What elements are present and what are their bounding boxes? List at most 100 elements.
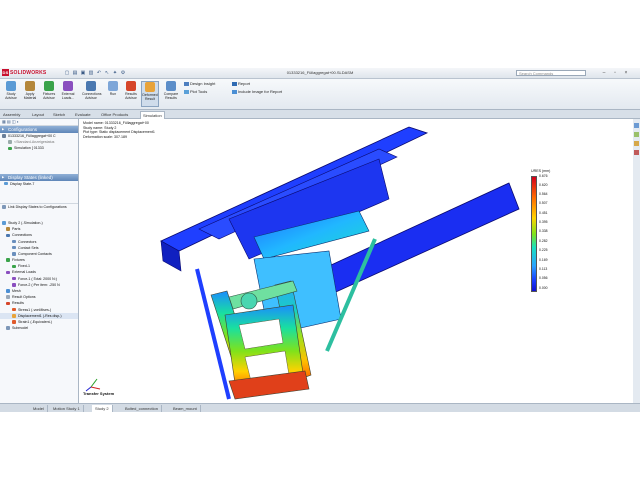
load-arrow-icon: [63, 81, 73, 91]
report-button[interactable]: Report: [232, 81, 250, 87]
resources-icon[interactable]: [634, 123, 639, 128]
link-states-option[interactable]: Link Display States to Configurations: [0, 202, 78, 210]
config-icon: [8, 140, 12, 144]
external-loads-button[interactable]: External Loads...: [59, 81, 77, 107]
legend-value: 0.395: [539, 220, 548, 224]
configurations-header[interactable]: Configurations: [0, 126, 78, 133]
command-manager-tabs: Assembly Layout Sketch Evaluate Office P…: [0, 110, 640, 119]
appearance-icon[interactable]: ◐: [17, 119, 19, 124]
file-explorer-icon[interactable]: [634, 141, 639, 146]
graphics-viewport[interactable]: Model name: 01333216_Füllaggregat+00 Stu…: [79, 119, 633, 403]
legend-value: 0.113: [539, 267, 548, 271]
connector-icon: [12, 239, 16, 244]
parts-icon: [6, 227, 10, 231]
results-advisor-button[interactable]: Results Advisor: [122, 81, 140, 107]
feature-manager-panel: ▦ ▤ ◫ ◐ Configurations 01333216_Füllaggr…: [0, 119, 79, 403]
close-icon[interactable]: ×: [622, 70, 630, 76]
legend-value: 0.451: [539, 211, 548, 215]
tab-office-products[interactable]: Office Products: [99, 111, 130, 118]
check-icon: [8, 146, 12, 151]
fixed-icon: [12, 264, 16, 269]
run-button[interactable]: Run: [104, 81, 122, 107]
task-pane-bar: [633, 119, 640, 403]
maximize-icon[interactable]: ▫: [611, 70, 619, 76]
assembly-icon: [2, 134, 6, 138]
transfer-system-label: Transfer System: [83, 391, 115, 396]
tab-study-2[interactable]: Study 2: [92, 405, 113, 412]
displacement-plot-icon: [12, 314, 16, 318]
results-folder-icon: [6, 301, 10, 306]
submodel-icon: [6, 326, 10, 330]
feature-tree-icon[interactable]: ▦: [2, 119, 6, 124]
tab-bolted-connection[interactable]: Bolted_connection: [122, 405, 162, 412]
legend-value: 0.338: [539, 229, 548, 233]
study-advisor-button[interactable]: Study Advisor: [2, 81, 20, 107]
minimize-icon[interactable]: –: [600, 70, 608, 76]
deformed-result-button[interactable]: Deformed Result: [141, 81, 159, 107]
force-icon: [12, 283, 16, 287]
display-state-icon: [4, 181, 8, 186]
design-library-icon[interactable]: [634, 132, 639, 137]
fixtures-advisor-button[interactable]: Fixtures Advisor: [40, 81, 58, 107]
tab-model[interactable]: Model: [30, 405, 48, 412]
insight-icon: [184, 81, 189, 86]
run-icon: [108, 81, 118, 91]
display-tree: Display State-7: [0, 181, 78, 187]
display-states-header[interactable]: Display States (linked): [0, 173, 78, 181]
compare-results-button[interactable]: Compare Results: [162, 81, 180, 107]
fea-displacement-model[interactable]: [79, 119, 633, 403]
material-icon: [25, 81, 35, 91]
legend-value: 0.000: [539, 286, 548, 290]
apply-material-button[interactable]: Apply Material: [21, 81, 39, 107]
legend-value: 0.282: [539, 239, 548, 243]
plot-tools-button[interactable]: Plot Tools: [184, 89, 207, 95]
simulation-study-tree: Study 2 (-Simulation-) Parts Connections…: [0, 220, 78, 331]
tab-sketch[interactable]: Sketch: [51, 111, 67, 118]
force-icon: [12, 276, 16, 281]
external-loads-icon: [6, 270, 10, 275]
image-icon: [232, 89, 237, 94]
tab-evaluate[interactable]: Evaluate: [73, 111, 93, 118]
stress-plot-icon: [12, 307, 16, 312]
window-controls: – ▫ ×: [600, 70, 630, 76]
report-icon: [232, 81, 237, 86]
legend-value: 0.225: [539, 248, 548, 252]
include-image-button[interactable]: Include Image for Report: [232, 89, 282, 95]
deformed-icon: [145, 82, 155, 92]
pivot-hub: [240, 292, 258, 310]
connection-icon: [86, 81, 96, 91]
panel-toolbar: ▦ ▤ ◫ ◐: [0, 119, 78, 126]
simulation-ribbon: Study Advisor Apply Material Fixtures Ad…: [0, 79, 640, 110]
plot-tools-icon: [184, 89, 189, 94]
legend-color-bar: [531, 176, 537, 292]
legend-value: 0.169: [539, 258, 548, 262]
compare-icon: [166, 81, 176, 91]
property-icon[interactable]: ▤: [7, 119, 11, 124]
tree-item[interactable]: Display State-7: [0, 181, 78, 187]
search-commands-input[interactable]: Search Commands: [516, 70, 586, 76]
tab-layout[interactable]: Layout: [30, 111, 46, 118]
fixture-icon: [44, 81, 54, 91]
legend-value: 0.620: [539, 183, 548, 187]
contact-sets-icon: [12, 245, 16, 250]
title-bar: DS SOLIDWORKS ▢ ▤ ▣ ▥ ↶ ↖ ✦ ⚙ 01333216_Fü…: [0, 68, 640, 79]
coordinate-triad: [85, 378, 101, 392]
tab-simulation[interactable]: Simulation: [140, 111, 165, 119]
mesh-icon: [6, 289, 10, 293]
connections-icon: [6, 233, 10, 238]
results-icon: [126, 81, 136, 91]
config-icon[interactable]: ◫: [12, 119, 16, 124]
solidworks-window: DS SOLIDWORKS ▢ ▤ ▣ ▥ ↶ ↖ ✦ ⚙ 01333216_Fü…: [0, 68, 640, 412]
legend-title: URES (mm): [531, 169, 551, 173]
design-insight-button[interactable]: Design Insight: [184, 81, 215, 87]
legend-value: 0.676: [539, 174, 548, 178]
tree-item[interactable]: Simulation [ 01333: [0, 145, 78, 151]
study-icon: [2, 221, 6, 225]
connections-advisor-button[interactable]: Connections Advisor: [82, 81, 101, 107]
tab-motion-study[interactable]: Motion Study 1: [50, 405, 84, 412]
appearances-icon[interactable]: [634, 150, 639, 155]
tab-beam-mount[interactable]: Beam_mount: [170, 405, 201, 412]
component-contacts-icon: [12, 252, 16, 256]
tab-assembly[interactable]: Assembly: [1, 111, 22, 118]
tree-item[interactable]: Submodel: [0, 325, 78, 331]
